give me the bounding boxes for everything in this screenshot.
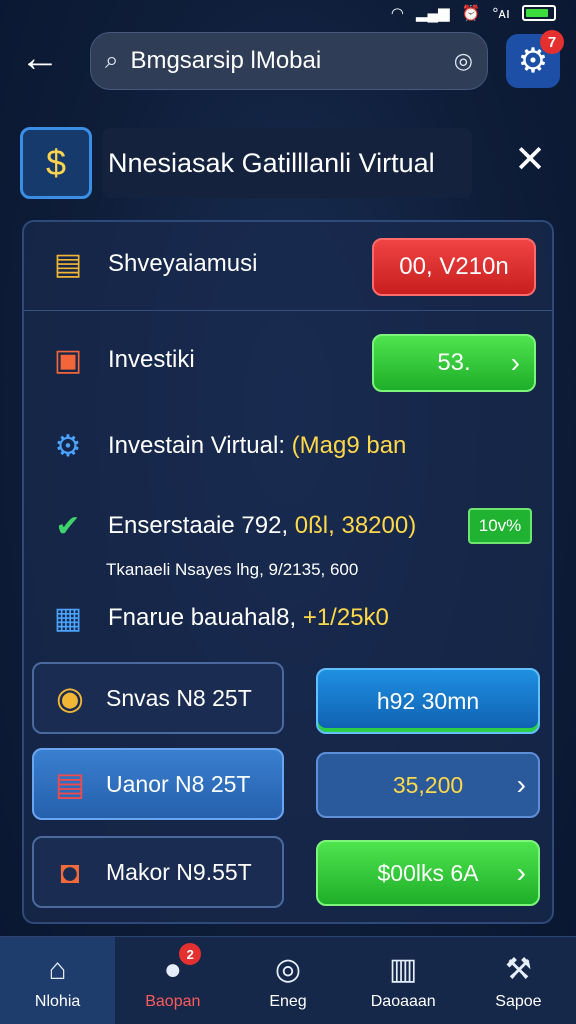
card-label: Makor N9.55T <box>106 858 252 885</box>
status-bar: ◠ ▂▄▆ ⏰ °ᴀı <box>0 0 576 26</box>
percent-badge[interactable]: 10v% <box>468 508 532 544</box>
invest-label: Investiki <box>108 346 195 373</box>
finance-label-text: Fnarue bauahal8, <box>108 604 303 631</box>
chevron-right-icon: › <box>516 769 526 800</box>
signal-text: °ᴀı <box>492 4 510 22</box>
card-value: h92 30mn <box>376 687 480 714</box>
wallet-icon: ◘ <box>60 853 80 890</box>
tab-label: Eneg <box>269 992 307 1010</box>
finance-highlight: +1/25k0 <box>302 604 389 631</box>
tab-badge-page[interactable]: ◎ Eneg <box>230 937 345 1024</box>
check-circle-icon: ✔ <box>55 509 81 543</box>
enserstaaie-label-text: Enserstaaie 792, <box>108 512 295 539</box>
close-icon: ✕ <box>514 139 546 181</box>
signal-icon: ▂▄▆ <box>416 5 450 22</box>
wifi-icon: ◠ <box>390 5 404 22</box>
summary-text: Tkanaeli Nsayes lhg, 9/2135, 600 <box>106 560 359 579</box>
alarm-icon: ⏰ <box>461 5 481 22</box>
card-value: $00lks 6A <box>377 859 479 886</box>
title-box: Nnesiasak Gatilllanli Virtual <box>102 128 472 198</box>
enserstaaie-label: Enserstaaie 792, 0ßl, 38200) <box>108 512 416 540</box>
invest-value: 53. <box>437 349 471 376</box>
tab-label: Daoaaan <box>370 992 436 1010</box>
card-makor[interactable]: ◘ Makor N9.55T <box>32 836 284 908</box>
invest-button[interactable]: 53. › <box>372 334 536 392</box>
enserstaaie-row: ✔ Enserstaaie 792, 0ßl, 38200) <box>42 500 416 552</box>
balance-row: ▤ Shveyaiamusi <box>42 238 258 290</box>
divider <box>24 310 552 311</box>
chevron-right-icon: › <box>516 857 526 888</box>
chevron-right-icon: › <box>510 347 520 378</box>
finance-label: Fnarue bauahal8, +1/25k0 <box>108 604 389 632</box>
badge-icon: ◎ <box>274 952 302 986</box>
virtual-label: Investain Virtual: (Mag9 ban <box>108 432 406 460</box>
tab-chat[interactable]: ● 2 Baopan <box>115 937 230 1024</box>
stacked-boxes-icon: ▤ <box>54 766 86 802</box>
card-label: Snvas N8 25T <box>106 684 252 711</box>
voice-search-icon[interactable]: ◎ <box>454 48 473 74</box>
settings-button[interactable]: ⚙ 7 <box>506 30 564 88</box>
close-button[interactable]: ✕ <box>514 140 546 180</box>
virtual-highlight: (Mag9 ban <box>291 432 407 459</box>
tab-home[interactable]: ⌂ Nlohia <box>0 937 116 1024</box>
investment-panel: ▤ Shveyaiamusi 00, V210n ▣ Investiki 53.… <box>22 220 554 924</box>
shop-icon: ▣ <box>53 343 83 377</box>
money-bag-icon: ◉ <box>56 680 84 716</box>
gold-bars-icon: ▤ <box>53 247 83 281</box>
virtual-row: ⚙ Investain Virtual: (Mag9 ban <box>42 420 407 472</box>
card-uanor-button[interactable]: 35,200 › <box>316 752 540 818</box>
card-snvas[interactable]: ◉ Snvas N8 25T <box>32 662 284 734</box>
finance-row: ▦ Fnarue bauahal8, +1/25k0 <box>42 592 389 644</box>
home-icon: ⌂ <box>48 952 67 986</box>
bottom-tab-bar: ⌂ Nlohia ● 2 Baopan ◎ Eneg ▥ Daoaaan ⚒ S… <box>0 936 576 1024</box>
battery-icon <box>522 5 556 21</box>
dialog-title: Nnesiasak Gatilllanli Virtual <box>108 147 435 178</box>
invest-row: ▣ Investiki <box>42 334 195 386</box>
tab-label: Baopan <box>145 992 201 1010</box>
tab-tools[interactable]: ⚒ Sapoe <box>461 937 576 1024</box>
virtual-label-text: Investain Virtual: <box>108 432 292 459</box>
card-uanor[interactable]: ▤ Uanor N8 25T <box>32 748 284 820</box>
calculator-icon: ▦ <box>53 601 83 635</box>
enserstaaie-highlight: 0ßl, 38200) <box>294 512 417 539</box>
document-icon: ▥ <box>389 952 418 986</box>
percent-value: 10v% <box>478 516 522 535</box>
card-makor-button[interactable]: $00lks 6A › <box>316 840 540 906</box>
back-button[interactable]: ← <box>18 38 62 82</box>
balance-label: Shveyaiamusi <box>108 250 258 277</box>
search-bar[interactable]: ⌕ Bmgsarsip lMobai ◎ <box>90 32 488 90</box>
search-input[interactable]: Bmgsarsip lMobai <box>130 47 453 75</box>
tools-icon: ⚒ <box>504 952 532 986</box>
tab-badge: 2 <box>179 943 202 965</box>
arrow-left-icon: ← <box>20 36 60 80</box>
search-icon: ⌕ <box>105 47 119 74</box>
card-label: Uanor N8 25T <box>106 770 251 797</box>
tab-label: Nlohia <box>34 992 81 1010</box>
dialog-header: $ Nnesiasak Gatilllanli Virtual ✕ <box>20 126 556 200</box>
tab-documents[interactable]: ▥ Daoaaan <box>346 937 461 1024</box>
notification-badge: 7 <box>540 30 564 54</box>
coins-app-icon: $ <box>20 127 92 199</box>
tab-label: Sapoe <box>495 992 542 1010</box>
balance-value-button[interactable]: 00, V210n <box>372 238 536 296</box>
balance-value: 00, V210n <box>399 253 509 280</box>
card-value: 35,200 <box>392 771 464 798</box>
card-snvas-button[interactable]: h92 30mn <box>316 668 540 734</box>
top-bar: ← ⌕ Bmgsarsip lMobai ◎ ⚙ 7 <box>0 30 576 94</box>
gear-icon: ⚙ <box>54 429 82 463</box>
